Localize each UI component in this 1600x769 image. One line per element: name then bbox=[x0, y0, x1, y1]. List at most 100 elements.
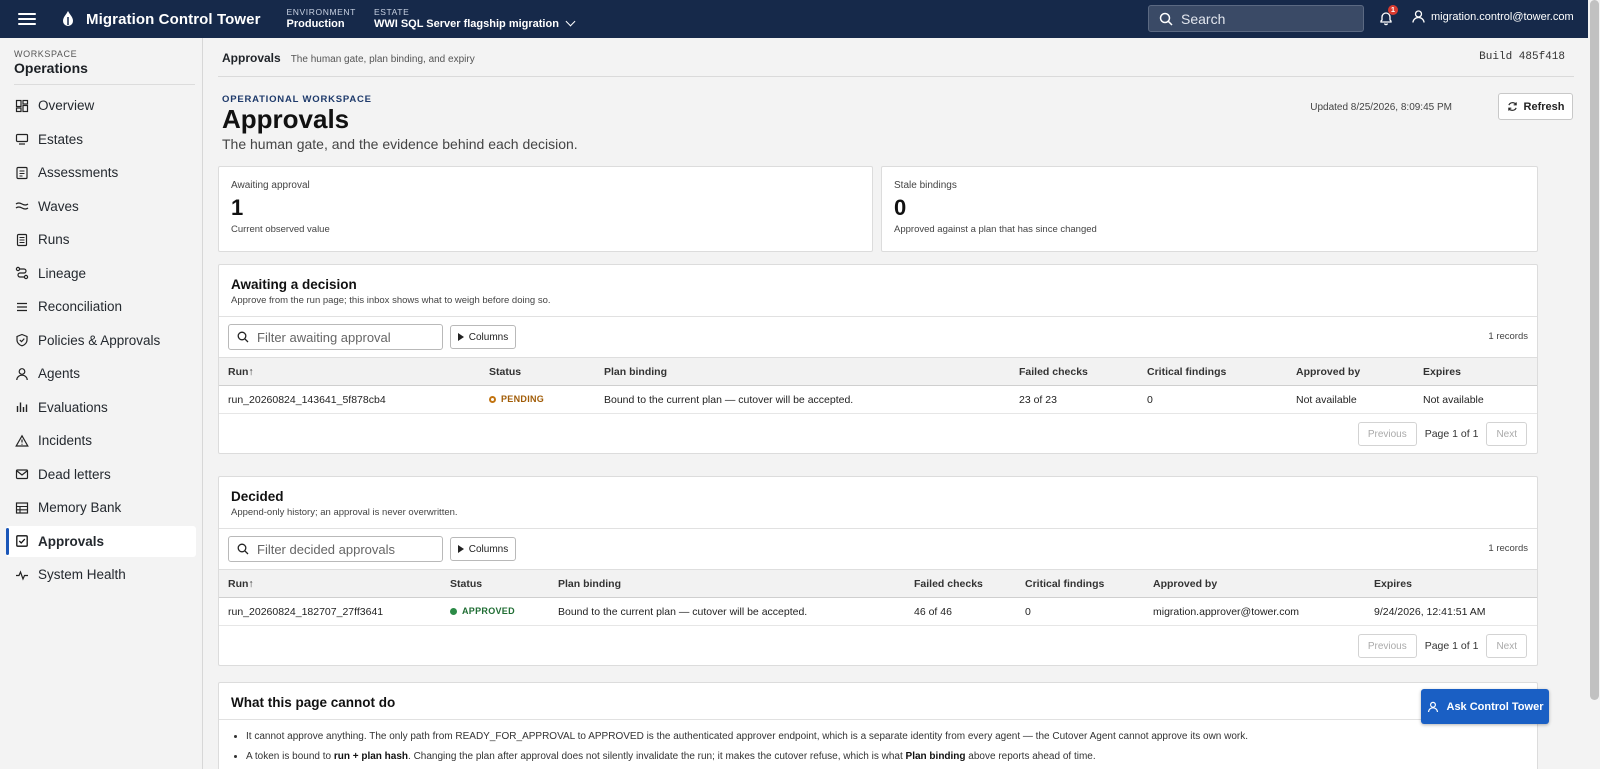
sidebar-item-label: Approvals bbox=[38, 533, 105, 549]
estate-label: ESTATE bbox=[373, 6, 410, 17]
text-emphasis: Plan binding bbox=[905, 751, 966, 762]
table-header: Run↑ Status Plan binding Failed checks C… bbox=[219, 357, 1537, 386]
next-page-button[interactable]: Next bbox=[1486, 634, 1527, 658]
sidebar-item-system-health[interactable]: System Health bbox=[6, 559, 196, 590]
divider bbox=[218, 76, 1574, 77]
page-scrollbar[interactable] bbox=[1588, 0, 1600, 769]
cell-run[interactable]: run_20260824_143641_5f878cb4 bbox=[228, 394, 386, 406]
workspace-label: WORKSPACE bbox=[14, 49, 78, 59]
sidebar-item-policies-approvals[interactable]: Policies & Approvals bbox=[6, 325, 196, 356]
record-count: 1 records bbox=[1488, 543, 1528, 554]
columns-button[interactable]: Columns bbox=[450, 537, 516, 561]
user-icon bbox=[1412, 10, 1425, 23]
app-title: Migration Control Tower bbox=[86, 10, 261, 28]
awaiting-filter[interactable] bbox=[228, 324, 443, 350]
column-header-run[interactable]: Run↑ bbox=[228, 578, 254, 590]
sidebar-item-dead-letters[interactable]: Dead letters bbox=[6, 459, 196, 490]
column-header-status[interactable]: Status bbox=[450, 578, 482, 590]
global-search[interactable] bbox=[1148, 5, 1364, 32]
chevron-down-icon bbox=[565, 16, 576, 27]
sidebar-item-label: Assessments bbox=[38, 165, 119, 180]
build-id: Build 485f418 bbox=[1479, 51, 1565, 63]
sidebar-item-overview[interactable]: Overview bbox=[6, 90, 196, 121]
decided-filter[interactable] bbox=[228, 536, 443, 562]
divider bbox=[219, 316, 1537, 317]
user-menu[interactable]: migration.control@tower.com bbox=[1412, 10, 1574, 23]
sidebar-item-label: Policies & Approvals bbox=[38, 332, 161, 348]
column-header-approved-by[interactable]: Approved by bbox=[1153, 578, 1217, 590]
sidebar-item-assessments[interactable]: Assessments bbox=[6, 157, 196, 188]
status-dot-icon bbox=[489, 395, 496, 403]
main-content: Approvals The human gate, plan binding, … bbox=[204, 38, 1588, 769]
sidebar-item-label: Estates bbox=[38, 131, 84, 147]
refresh-button[interactable]: Refresh bbox=[1498, 93, 1573, 120]
cell-plan-binding: Bound to the current plan — cutover will… bbox=[604, 394, 854, 406]
scrollbar-thumb[interactable] bbox=[1590, 0, 1599, 700]
previous-page-button[interactable]: Previous bbox=[1357, 422, 1417, 446]
cell-approved-by: Not available bbox=[1296, 394, 1357, 406]
sidebar-item-estates[interactable]: Estates bbox=[6, 124, 196, 155]
list-item: A token is bound to run + plan hash. Cha… bbox=[231, 751, 1531, 762]
columns-button[interactable]: Columns bbox=[450, 325, 516, 349]
column-header-expires[interactable]: Expires bbox=[1374, 578, 1412, 590]
decided-filter-input[interactable] bbox=[257, 541, 437, 557]
previous-page-button[interactable]: Previous bbox=[1357, 634, 1417, 658]
refresh-label: Refresh bbox=[1523, 100, 1565, 113]
table-icon bbox=[15, 501, 29, 514]
text-span: . Changing the plan after approval does … bbox=[408, 751, 906, 762]
environment-label: ENVIRONMENT bbox=[286, 6, 356, 17]
table-row[interactable]: run_20260824_143641_5f878cb4 PENDING Bou… bbox=[219, 386, 1537, 414]
ask-control-tower-button[interactable]: Ask Control Tower bbox=[1421, 689, 1549, 724]
cell-run[interactable]: run_20260824_182707_27ff3641 bbox=[228, 606, 383, 618]
kpi-card-stale-bindings: Stale bindings 0 Approved against a plan… bbox=[881, 166, 1538, 252]
sidebar-item-label: Memory Bank bbox=[38, 500, 122, 515]
section-subtitle: Approve from the run page; this inbox sh… bbox=[231, 295, 551, 306]
sidebar-item-incidents[interactable]: Incidents bbox=[6, 425, 196, 456]
sidebar-item-label: Agents bbox=[38, 366, 81, 381]
search-icon bbox=[1159, 12, 1173, 26]
sidebar-item-label: Incidents bbox=[38, 433, 93, 448]
divider bbox=[14, 84, 195, 85]
pulse-icon bbox=[16, 569, 28, 581]
breadcrumb-subtitle: The human gate, plan binding, and expiry bbox=[290, 54, 475, 65]
pagination: Previous Page 1 of 1 Next bbox=[1357, 634, 1527, 658]
sidebar-item-lineage[interactable]: Lineage bbox=[6, 258, 196, 289]
search-input[interactable] bbox=[1181, 10, 1351, 27]
kpi-caption: Current observed value bbox=[231, 224, 330, 235]
sidebar-nav: Overview Estates Assessments Waves Runs … bbox=[6, 90, 196, 593]
sidebar-item-runs[interactable]: Runs bbox=[6, 224, 196, 255]
column-header-expires[interactable]: Expires bbox=[1423, 366, 1461, 378]
sidebar-item-evaluations[interactable]: Evaluations bbox=[6, 392, 196, 423]
column-header-approved-by[interactable]: Approved by bbox=[1296, 366, 1360, 378]
column-header-failed-checks[interactable]: Failed checks bbox=[1019, 366, 1088, 378]
column-header-run[interactable]: Run↑ bbox=[228, 366, 254, 378]
search-icon bbox=[237, 543, 249, 555]
menu-icon[interactable] bbox=[18, 13, 36, 25]
sidebar-item-label: Evaluations bbox=[38, 399, 108, 415]
next-page-button[interactable]: Next bbox=[1486, 422, 1527, 446]
sidebar-item-reconciliation[interactable]: Reconciliation bbox=[6, 291, 196, 322]
user-icon bbox=[16, 367, 28, 380]
sidebar-item-label: Runs bbox=[38, 232, 70, 247]
column-header-plan-binding[interactable]: Plan binding bbox=[558, 578, 621, 590]
cell-approved-by: migration.approver@tower.com bbox=[1153, 606, 1300, 618]
user-icon bbox=[1427, 701, 1438, 712]
sidebar-item-memory-bank[interactable]: Memory Bank bbox=[6, 492, 196, 523]
column-header-failed-checks[interactable]: Failed checks bbox=[914, 578, 983, 590]
section-title: What this page cannot do bbox=[231, 695, 396, 710]
sidebar-item-waves[interactable]: Waves bbox=[6, 191, 196, 222]
sidebar-item-approvals[interactable]: Approvals bbox=[6, 525, 196, 557]
divider bbox=[219, 528, 1537, 529]
sidebar-item-agents[interactable]: Agents bbox=[6, 358, 196, 389]
awaiting-filter-input[interactable] bbox=[257, 329, 437, 345]
section-subtitle: Append-only history; an approval is neve… bbox=[231, 507, 458, 518]
estate-selector[interactable]: ESTATE WWI SQL Server flagship migration bbox=[373, 6, 576, 30]
cell-expires: Not available bbox=[1423, 394, 1484, 406]
column-header-status[interactable]: Status bbox=[489, 366, 521, 378]
table-row[interactable]: run_20260824_182707_27ff3641 APPROVED Bo… bbox=[219, 598, 1537, 626]
column-header-plan-binding[interactable]: Plan binding bbox=[604, 366, 667, 378]
column-header-critical-findings[interactable]: Critical findings bbox=[1147, 366, 1226, 378]
user-email: migration.control@tower.com bbox=[1431, 10, 1574, 23]
column-header-critical-findings[interactable]: Critical findings bbox=[1025, 578, 1104, 590]
limitations-list: It cannot approve anything. The only pat… bbox=[231, 731, 1531, 769]
